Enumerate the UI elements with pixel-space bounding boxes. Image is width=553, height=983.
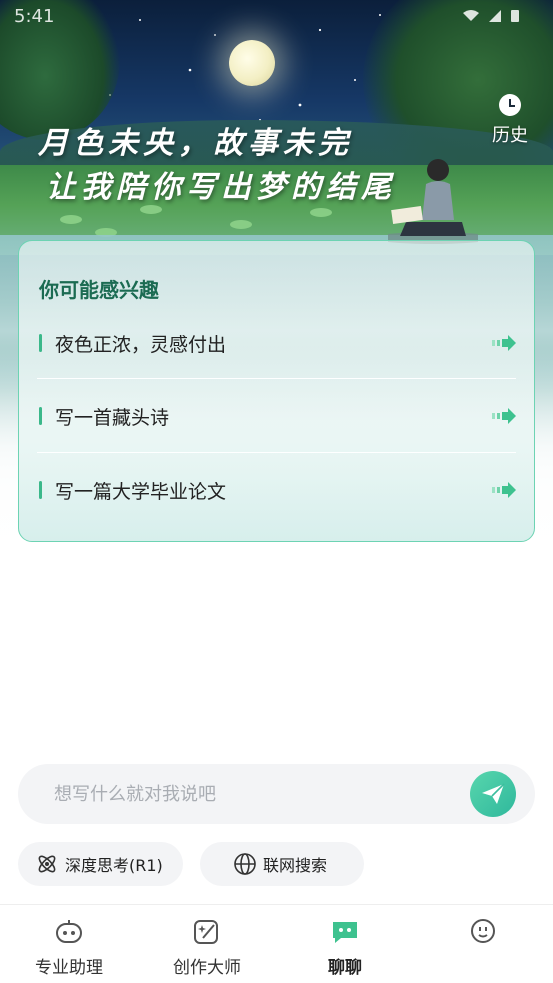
nav-item-creator[interactable]: 创作大师 (138, 905, 276, 983)
history-label: 历史 (492, 125, 528, 146)
nav-item-chat[interactable]: 聊聊 (276, 905, 414, 983)
suggestions-title: 你可能感兴趣 (39, 278, 159, 302)
signal-icon (489, 10, 501, 22)
suggestions-card: 你可能感兴趣 夜色正浓，灵感付出 写一首藏头诗 写一篇大学毕业论文 (18, 240, 535, 542)
deep-think-label: 深度思考(R1) (65, 856, 163, 875)
hero-title-line1: 月色未央，故事未完 (38, 126, 353, 161)
status-icons (463, 10, 519, 22)
bottom-nav: 专业助理 创作大师 聊聊 (0, 904, 553, 983)
message-input[interactable] (54, 764, 454, 824)
robot-face-icon (56, 920, 82, 943)
suggestion-item[interactable]: 写一篇大学毕业论文 (37, 453, 516, 527)
suggestion-label: 夜色正浓，灵感付出 (55, 333, 227, 356)
accent-bar (39, 481, 42, 499)
suggestion-label: 写一篇大学毕业论文 (55, 480, 227, 503)
suggestion-label: 写一首藏头诗 (55, 406, 170, 429)
reading-person-illustration (388, 159, 478, 244)
nav-item-assistant[interactable]: 专业助理 (0, 905, 138, 983)
arrow-right-icon (492, 408, 516, 424)
atom-icon (38, 855, 56, 873)
chat-bubble-icon (333, 922, 357, 943)
nav-label: 聊聊 (328, 958, 362, 978)
hero-title-line2: 让我陪你写出梦的结尾 (46, 170, 396, 205)
paper-plane-icon (482, 783, 505, 804)
arrow-right-icon (492, 482, 516, 498)
nav-label: 创作大师 (173, 958, 241, 978)
web-search-label: 联网搜索 (263, 856, 328, 875)
clock-icon (499, 94, 521, 116)
accent-bar (39, 334, 42, 352)
battery-icon (511, 10, 519, 22)
suggestion-item[interactable]: 夜色正浓，灵感付出 (37, 306, 516, 380)
globe-icon (234, 853, 256, 875)
moon-decoration (229, 40, 275, 86)
send-button[interactable] (470, 771, 516, 817)
nav-item-profile[interactable] (414, 905, 552, 983)
lotus-pad (230, 220, 252, 229)
wifi-icon (463, 10, 479, 21)
hero-title: 月色未央，故事未完 让我陪你写出梦的结尾 (38, 122, 396, 210)
web-search-toggle[interactable]: 联网搜索 (200, 842, 364, 886)
status-time: 5:41 (14, 6, 55, 27)
arrow-right-icon (492, 335, 516, 351)
history-button[interactable]: 历史 (484, 94, 536, 150)
accent-bar (39, 407, 42, 425)
smiley-icon (471, 919, 495, 943)
deep-think-toggle[interactable]: 深度思考(R1) (18, 842, 183, 886)
nav-label: 专业助理 (35, 958, 103, 978)
suggestion-item[interactable]: 写一首藏头诗 (37, 379, 516, 453)
edit-sparkle-icon (194, 920, 218, 944)
message-composer (18, 764, 535, 824)
lotus-pad (60, 215, 82, 224)
